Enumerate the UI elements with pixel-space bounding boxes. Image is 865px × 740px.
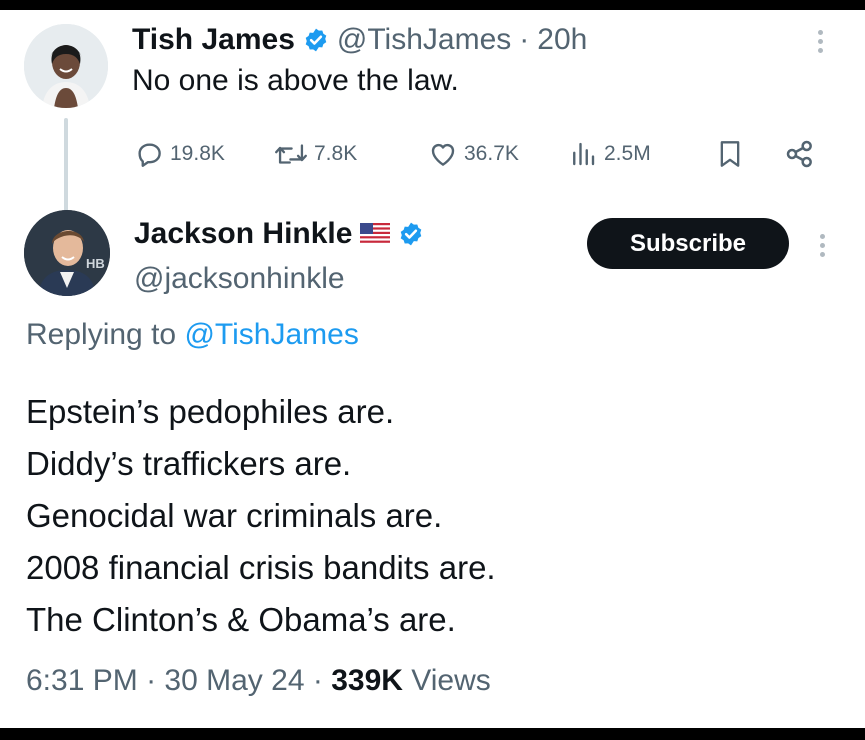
meta-separator: · xyxy=(146,664,157,697)
meta-separator: · xyxy=(312,664,323,697)
original-more-icon[interactable] xyxy=(818,30,824,53)
svg-text:HB: HB xyxy=(86,256,105,271)
thread-connector xyxy=(64,118,68,218)
views-label: Views xyxy=(411,664,491,697)
repost-action[interactable]: 7.8K xyxy=(274,134,357,174)
reply-tweet-header: Jackson Hinkle xyxy=(134,214,424,254)
screenshot-card: Tish James @TishJames · 20h No one is ab… xyxy=(0,10,865,728)
share-icon[interactable] xyxy=(784,134,816,174)
us-flag-icon xyxy=(360,223,391,245)
reply-more-icon[interactable] xyxy=(820,234,826,257)
reply-author-name[interactable]: Jackson Hinkle xyxy=(134,217,352,251)
verified-badge-icon xyxy=(398,221,424,247)
replying-to-handle-link[interactable]: @TishJames xyxy=(184,318,358,351)
replying-to-line: Replying to @TishJames xyxy=(26,318,359,352)
views-action[interactable]: 2.5M xyxy=(568,134,651,174)
views-count: 2.5M xyxy=(604,142,651,165)
reply-action[interactable]: 19.8K xyxy=(134,134,225,174)
original-author-name[interactable]: Tish James xyxy=(132,23,295,57)
like-action[interactable]: 36.7K xyxy=(428,134,519,174)
original-tweet-text: No one is above the law. xyxy=(132,64,459,97)
tweet-line: Epstein’s pedophiles are. xyxy=(26,393,395,430)
tweet-line: Diddy’s traffickers are. xyxy=(26,445,352,482)
replying-to-label: Replying to xyxy=(26,318,177,351)
tweet-line: Genocidal war criminals are. xyxy=(26,497,443,534)
views-icon xyxy=(573,142,595,166)
tish-james-avatar[interactable] xyxy=(24,24,108,108)
original-tweet-time[interactable]: 20h xyxy=(537,23,587,57)
reply-author-handle[interactable]: @jacksonhinkle xyxy=(134,262,345,296)
views-count-total: 339K xyxy=(331,664,403,697)
original-author-handle[interactable]: @TishJames xyxy=(337,23,511,57)
bookmark-icon[interactable] xyxy=(716,134,744,174)
reply-icon xyxy=(138,143,161,167)
like-icon xyxy=(431,143,455,166)
repost-count: 7.8K xyxy=(314,142,358,165)
tweet-date[interactable]: 30 May 24 xyxy=(164,664,304,697)
tweet-time[interactable]: 6:31 PM xyxy=(26,664,138,697)
reply-tweet-text: Epstein’s pedophiles are. Diddy’s traffi… xyxy=(26,386,496,646)
reply-count: 19.8K xyxy=(170,142,225,165)
subscribe-button[interactable]: Subscribe xyxy=(587,218,789,269)
verified-badge-icon xyxy=(303,27,329,53)
header-separator: · xyxy=(519,23,530,56)
repost-icon xyxy=(275,144,307,164)
original-tweet-header: Tish James @TishJames · 20h xyxy=(132,20,587,60)
like-count: 36.7K xyxy=(464,142,519,165)
tweet-line: 2008 financial crisis bandits are. xyxy=(26,549,496,586)
jackson-hinkle-avatar[interactable]: HB xyxy=(24,210,110,296)
tweet-line: The Clinton’s & Obama’s are. xyxy=(26,601,456,638)
tweet-meta: 6:31 PM · 30 May 24 · 339K Views xyxy=(26,664,491,698)
